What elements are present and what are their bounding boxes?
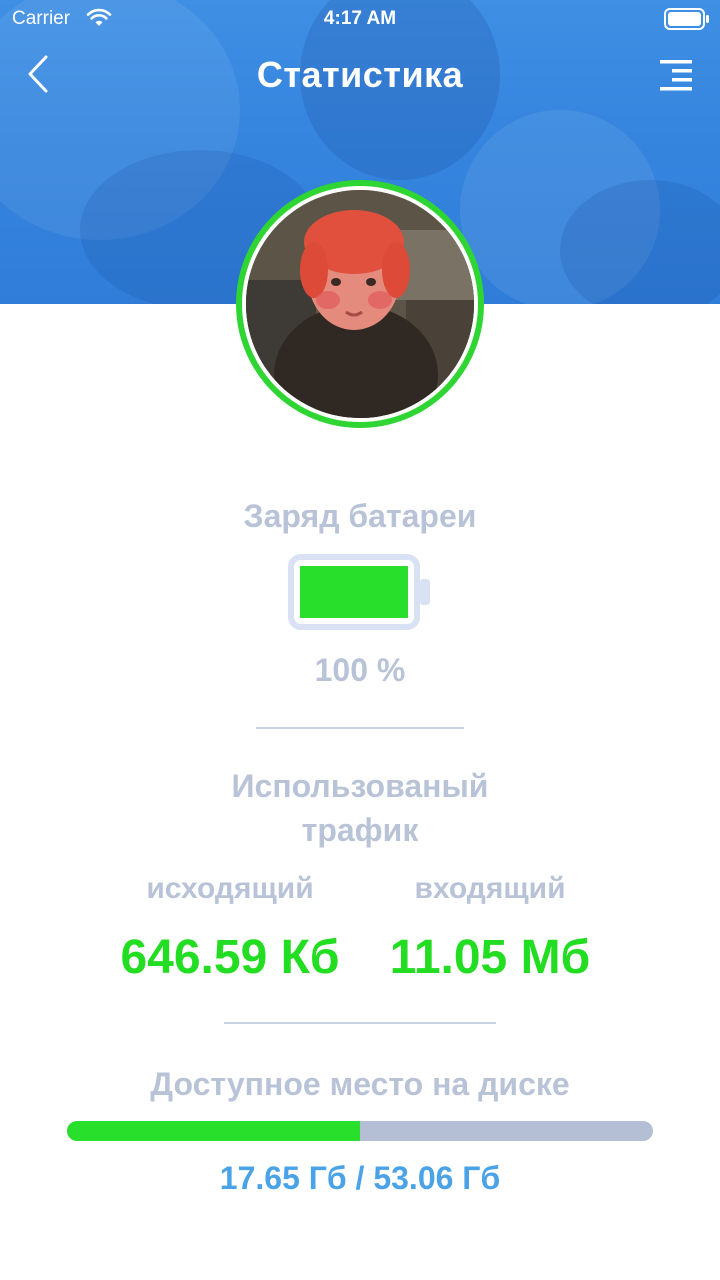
menu-icon: [660, 60, 692, 91]
traffic-title: Использованый трафик: [0, 764, 720, 852]
divider: [224, 1022, 496, 1024]
outgoing-value: 646.59 Кб: [120, 931, 340, 984]
status-bar: Carrier 4:17 AM: [0, 0, 720, 40]
divider: [256, 727, 464, 729]
page-title: Статистика: [256, 54, 464, 95]
status-battery-icon: [664, 8, 710, 30]
status-time: 4:17 AM: [323, 8, 397, 29]
disk-space-label: Доступное место на диске: [150, 1066, 570, 1102]
incoming-value: 11.05 Мб: [389, 931, 591, 984]
traffic-title-line1: Использованый: [231, 768, 489, 804]
outgoing-label: исходящий: [146, 872, 314, 905]
battery-level-icon: [288, 554, 434, 630]
disk-space-value: 17.65 Гб / 53.06 Гб: [219, 1160, 501, 1196]
battery-label: Заряд батареи: [243, 498, 477, 534]
child-avatar[interactable]: [236, 180, 484, 428]
battery-fill: [300, 566, 408, 618]
disk-usage-fill: [67, 1121, 360, 1141]
traffic-title-line2: трафик: [301, 812, 419, 848]
incoming-label: входящий: [414, 872, 566, 905]
menu-button[interactable]: [658, 56, 694, 92]
battery-percentage: 100 %: [314, 652, 406, 688]
avatar-photo: [246, 190, 474, 418]
disk-usage-bar: [67, 1121, 653, 1141]
